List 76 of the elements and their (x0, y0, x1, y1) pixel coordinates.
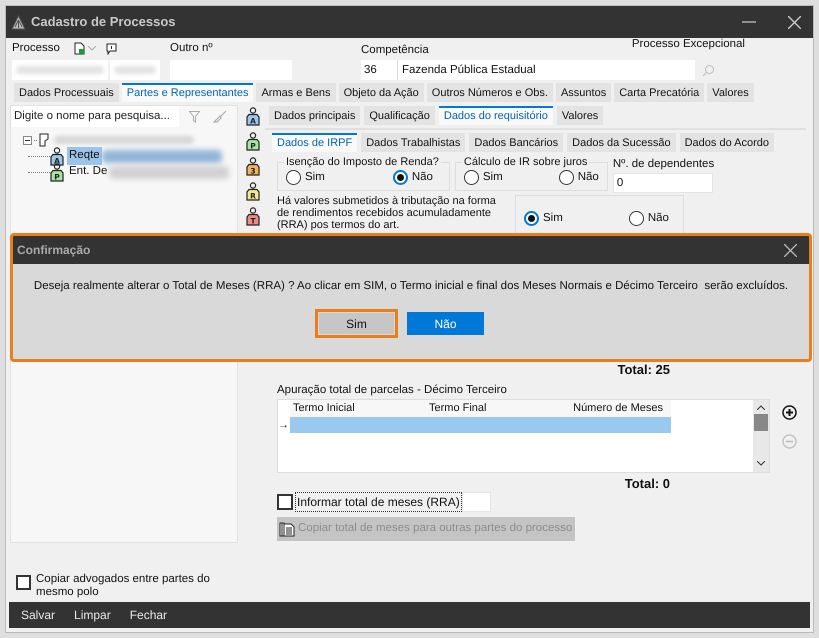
add-icon[interactable] (782, 405, 797, 420)
root-node-icon (39, 133, 49, 147)
search-icon[interactable] (702, 64, 715, 76)
field-label: Outro nº (170, 41, 214, 56)
radio-option[interactable]: Não (558, 169, 599, 186)
competencia-code-field[interactable]: 36 (361, 60, 398, 80)
footer-button[interactable]: Fechar (130, 606, 168, 624)
collapse-toggle[interactable] (23, 136, 32, 144)
group-title: Isenção do Imposto de Renda? (285, 156, 440, 169)
scrollbar[interactable] (753, 400, 769, 472)
group-title: Cálculo de IR sobre juros (462, 156, 588, 169)
radio-option[interactable]: Não (392, 169, 433, 186)
tab[interactable]: Dados da Sucessão (567, 133, 676, 152)
competencia-name-field[interactable]: Fazenda Pública Estadual (398, 60, 695, 80)
filter-icon[interactable] (189, 110, 200, 122)
checkbox-label: Copiar advogados entre partes do mesmo polo (36, 573, 211, 599)
scroll-thumb[interactable] (754, 414, 768, 431)
tab[interactable]: Dados Trabalhistas (361, 133, 466, 152)
row-marker: → (278, 420, 290, 430)
close-icon[interactable] (788, 16, 801, 28)
tab[interactable]: Valores (707, 83, 754, 102)
tree-label[interactable]: Reqte (67, 147, 102, 165)
rra-question: Há valores submetidos à tributação na forma de rendimentos recebidos acumuladamente (RRA) pos termos do art. (277, 195, 497, 232)
comment-icon[interactable] (106, 42, 117, 54)
document-icon[interactable] (74, 42, 85, 55)
search-field[interactable]: Digite o nome para pesquisa... (11, 106, 179, 127)
field-label: Nº. de dependentes (612, 157, 714, 172)
logo-icon (11, 14, 26, 30)
documents-icon (279, 520, 295, 536)
column-header[interactable]: Número de Meses (573, 400, 671, 417)
field-label: Processo (12, 40, 60, 56)
checkbox[interactable] (16, 575, 31, 590)
close-icon[interactable] (784, 244, 797, 256)
tab[interactable]: Partes e Representantes (122, 83, 254, 102)
tab[interactable]: Objeto da Ação (338, 83, 424, 102)
blurred-field[interactable] (12, 60, 108, 80)
tab[interactable]: Outros Números e Obs. (426, 83, 553, 102)
brush-icon[interactable] (213, 110, 227, 123)
field-label: Processo Excepcional (632, 36, 745, 52)
total-label: Total: 25 (618, 361, 670, 380)
chevron-down-icon[interactable] (757, 461, 765, 466)
radio-option[interactable]: Não (628, 210, 669, 227)
tab[interactable]: Dados principais (269, 106, 360, 125)
total-label: Total: 0 (624, 475, 670, 493)
section-title: Apuração total de parcelas - Décimo Terceiro (276, 382, 508, 398)
tree-label[interactable]: Ent. De (67, 163, 110, 181)
column-header[interactable]: Termo Inicial (290, 400, 429, 417)
dialog-message: Deseja realmente alterar o Total de Meses (RRA) ? Ao clicar em SIM, o Termo inicial e final dos Meses Normais e Décimo Terceiro serão excluídos. (32, 279, 790, 294)
column-header[interactable]: Termo Final (429, 400, 568, 417)
remove-icon[interactable] (782, 434, 797, 449)
tab[interactable]: Dados do Acordo (680, 133, 774, 152)
tab[interactable]: Dados Processuais (14, 83, 119, 102)
radio-option[interactable]: Sim (524, 210, 563, 227)
footer-button[interactable]: Salvar (21, 606, 56, 624)
dependentes-field[interactable]: 0 (612, 173, 713, 194)
footer-button[interactable]: Limpar (74, 606, 111, 624)
checkbox-label: Informar total de meses (RRA) (295, 492, 462, 512)
dialog-button[interactable]: Sim (315, 309, 398, 338)
window-title: Cadastro de Processos (31, 13, 176, 32)
radio-option[interactable]: Sim (286, 169, 325, 186)
total-meses-field[interactable] (462, 492, 491, 512)
tab[interactable]: Dados do requisitório (438, 106, 553, 125)
checkbox[interactable] (277, 494, 293, 510)
field-label: Competência (361, 43, 429, 57)
minimize-icon[interactable] (742, 21, 756, 23)
dialog-title: Confirmação (17, 242, 90, 259)
blurred-field[interactable] (110, 60, 160, 80)
tab[interactable]: Dados Bancários (469, 133, 564, 152)
tab[interactable]: Armas e Bens (256, 83, 336, 102)
radio-option[interactable]: Sim (464, 169, 503, 186)
tab[interactable]: Assuntos (556, 83, 612, 102)
tab[interactable]: Qualificação (364, 106, 435, 125)
tab[interactable]: Dados de IRPF (272, 133, 358, 152)
chevron-up-icon[interactable] (757, 405, 765, 410)
tab[interactable]: Carta Precatória (614, 83, 704, 102)
tab[interactable]: Valores (556, 106, 604, 125)
